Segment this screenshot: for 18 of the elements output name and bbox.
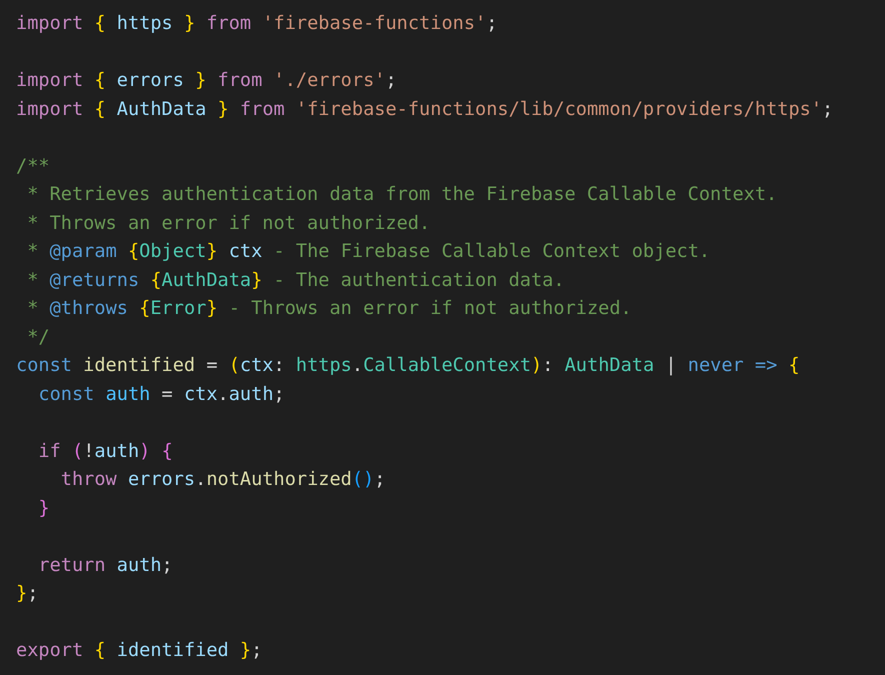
code-line: * Throws an error if not authorized. — [26, 212, 430, 236]
code-line: const auth = ctx.auth; — [37, 382, 285, 406]
code-line: /** — [16, 154, 50, 178]
code-line: import { AuthData } from 'firebase-functions/lib/common/providers/https'; — [16, 98, 834, 122]
code-line: import { https } from 'firebase-functions'; — [16, 12, 498, 36]
code-line: throw errors.notAuthorized(); — [60, 468, 386, 492]
code-line: }; — [16, 582, 38, 606]
code-line: } — [37, 496, 50, 520]
code-line: * @returns {AuthData} - The authentication data. — [26, 268, 565, 292]
code-line: export { identified }; — [16, 639, 262, 663]
code-line: if (!auth) { — [37, 440, 173, 464]
code-line: * @param {Object} ctx - The Firebase Callable Context object. — [26, 240, 710, 264]
code-line: const identified = (ctx: https.CallableContext): AuthData | never => { — [16, 354, 800, 378]
code-line: */ — [26, 326, 50, 350]
code-line: return auth; — [37, 554, 173, 578]
code-line: import { errors } from './errors'; — [16, 69, 397, 93]
code-line: * Retrieves authentication data from the Firebase Callable Context. — [26, 183, 778, 207]
code-line: * @throws {Error} - Throws an error if not authorized. — [26, 297, 632, 321]
